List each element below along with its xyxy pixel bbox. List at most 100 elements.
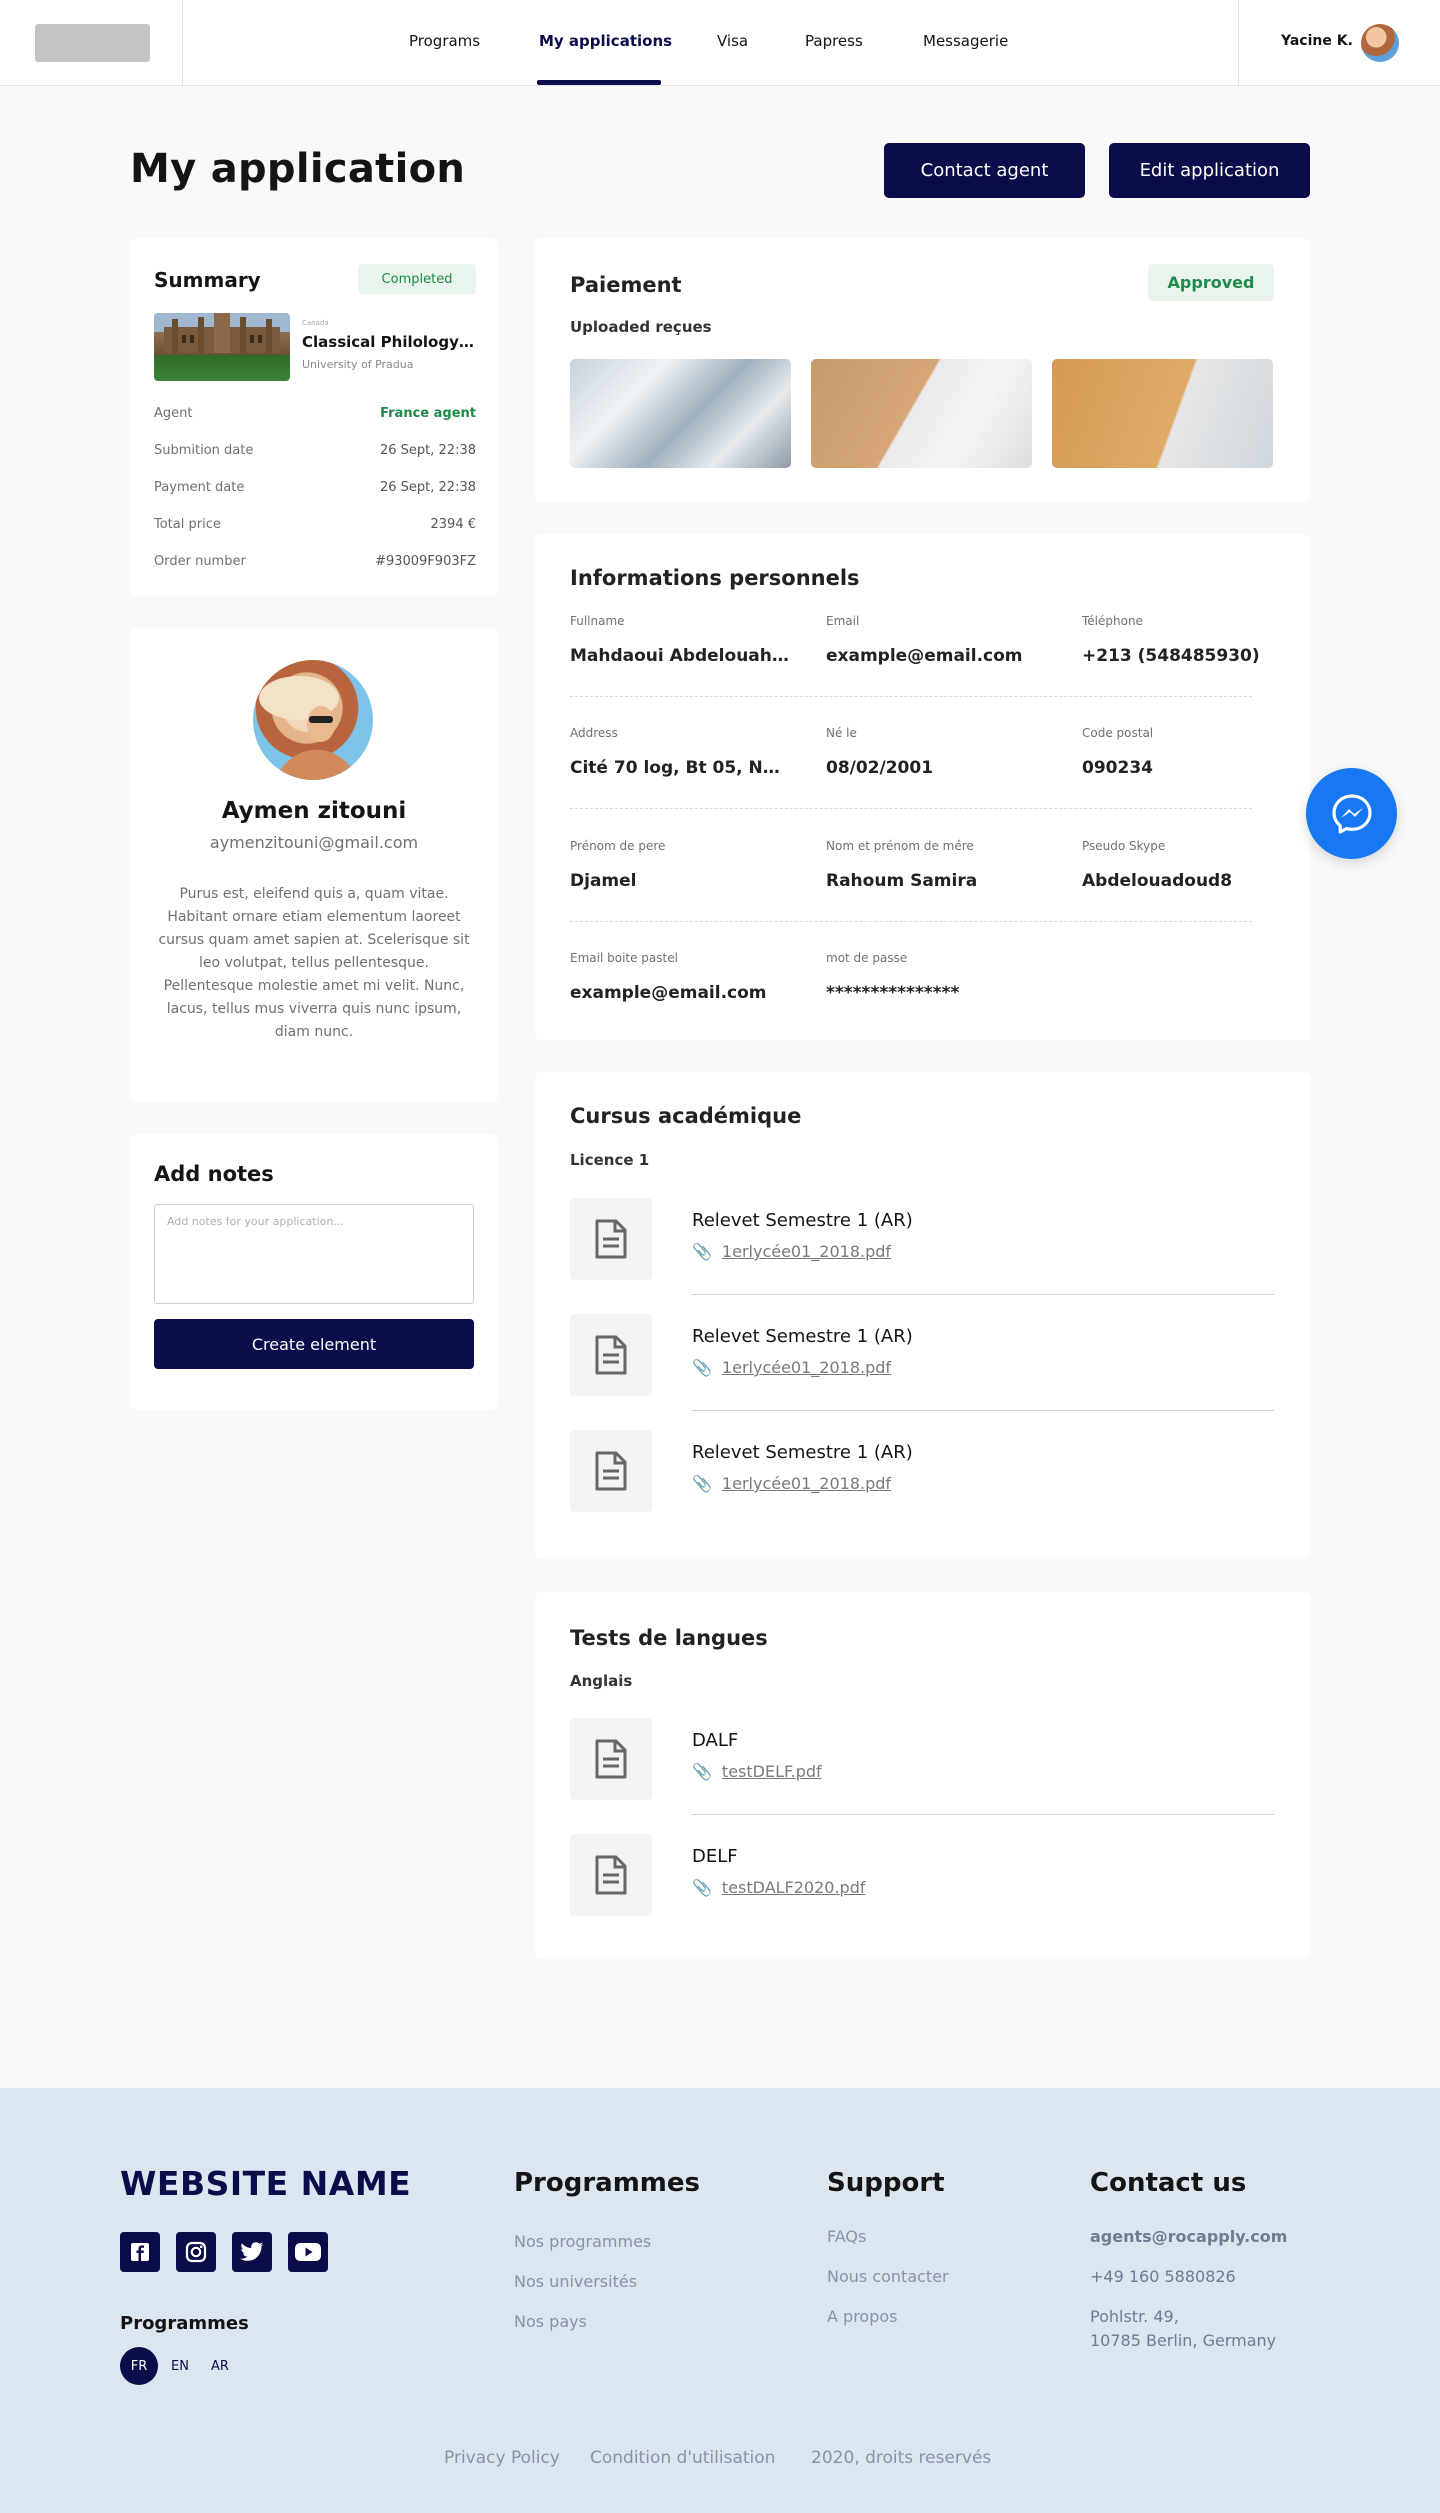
footer-privacy-policy[interactable]: Privacy Policy (444, 2448, 560, 2468)
lang-ar[interactable]: AR (201, 2347, 239, 2385)
nav-programs[interactable]: Programs (409, 32, 480, 50)
academic-card: Cursus académique Licence 1 Relevet Seme… (535, 1072, 1310, 1559)
footer-link-pays[interactable]: Nos pays (514, 2312, 587, 2331)
edit-application-button[interactable]: Edit application (1109, 143, 1310, 198)
field-label-postal-code: Code postal (1082, 726, 1154, 740)
summary-row-value: 2394 € (430, 517, 477, 532)
lang-fr[interactable]: FR (120, 2347, 158, 2385)
footer-contact-title: Contact us (1090, 2168, 1247, 2198)
receipt-image[interactable] (570, 359, 791, 468)
paperclip-icon: 📎 (692, 1762, 712, 1781)
file-name[interactable]: testDALF2020.pdf (722, 1878, 866, 1897)
receipt-image[interactable] (1052, 359, 1273, 468)
summary-row-label: Total price (154, 517, 221, 532)
file-name[interactable]: 1erlycée01_2018.pdf (722, 1358, 891, 1377)
document-icon (595, 1855, 627, 1895)
program-name[interactable]: Classical Philology Literature (302, 333, 478, 351)
instagram-button[interactable] (176, 2232, 216, 2272)
create-element-button[interactable]: Create element (154, 1319, 474, 1369)
document-icon (595, 1451, 627, 1491)
document-title: DALF (692, 1730, 739, 1751)
summary-row-payment-date: Payment date 26 Sept, 22:38 (154, 480, 476, 500)
document-thumb (570, 1198, 652, 1280)
field-value-password: *************** (826, 983, 960, 1003)
file-name[interactable]: 1erlycée01_2018.pdf (722, 1242, 891, 1261)
footer-contact-phone[interactable]: +49 160 5880826 (1090, 2267, 1236, 2286)
document-file-link[interactable]: 📎 1erlycée01_2018.pdf (692, 1358, 891, 1377)
footer-terms[interactable]: Condition d'utilisation (590, 2448, 775, 2468)
main-nav: Programs My applications Visa Papress Me… (0, 0, 1440, 86)
youtube-button[interactable] (288, 2232, 328, 2272)
footer-link-faqs[interactable]: FAQs (827, 2227, 866, 2246)
file-name[interactable]: 1erlycée01_2018.pdf (722, 1474, 891, 1493)
receipt-image[interactable] (811, 359, 1032, 468)
user-avatar[interactable] (1361, 24, 1399, 62)
paperclip-icon: 📎 (692, 1474, 712, 1493)
field-value-mother-name: Rahoum Samira (826, 871, 978, 891)
profile-avatar (253, 660, 373, 780)
facebook-button[interactable] (120, 2232, 160, 2272)
document-thumb (570, 1718, 652, 1800)
summary-row-label: Order number (154, 554, 246, 569)
twitter-button[interactable] (232, 2232, 272, 2272)
file-name[interactable]: testDELF.pdf (722, 1762, 822, 1781)
footer-support-title: Support (827, 2168, 945, 2198)
footer-contact-email[interactable]: agents@rocapply.com (1090, 2227, 1287, 2246)
document-file-link[interactable]: 📎 1erlycée01_2018.pdf (692, 1242, 891, 1261)
twitter-icon (240, 2242, 263, 2261)
summary-row-value: 26 Sept, 22:38 (379, 480, 476, 495)
academic-subtitle: Licence 1 (570, 1151, 650, 1169)
paperclip-icon: 📎 (692, 1242, 712, 1261)
footer-contact-address-line1: Pohlstr. 49, (1090, 2307, 1179, 2326)
footer-link-programmes[interactable]: Nos programmes (514, 2232, 651, 2251)
footer-link-about[interactable]: A propos (827, 2307, 897, 2326)
payment-status-badge: Approved (1148, 264, 1274, 301)
notes-input[interactable] (154, 1204, 474, 1304)
nav-visa[interactable]: Visa (717, 32, 748, 50)
field-label-email: Email (826, 614, 860, 628)
divider (570, 696, 1252, 697)
profile-name: Aymen zitouni (221, 798, 407, 824)
field-label-birthdate: Né le (826, 726, 857, 740)
messenger-chat-button[interactable] (1306, 768, 1397, 859)
field-value-address: Cité 70 log, Bt 05, N12 Blida (570, 758, 790, 778)
summary-row-submition-date: Submition date 26 Sept, 22:38 (154, 443, 476, 463)
field-value-father-name: Djamel (570, 871, 637, 891)
language-tests-card: Tests de langues Anglais DALF 📎 testDELF.… (535, 1592, 1310, 1959)
summary-row-order-number: Order number #93009F903FZ (154, 554, 476, 574)
summary-row-value: 26 Sept, 22:38 (379, 443, 476, 458)
field-label-postal-email: Email boite pastel (570, 951, 678, 965)
field-label-father-name: Prénom de pere (570, 839, 666, 853)
footer-brand[interactable]: WEBSITE NAME (120, 2164, 411, 2203)
notes-title: Add notes (154, 1162, 274, 1186)
footer-link-contact[interactable]: Nous contacter (827, 2267, 949, 2286)
field-label-telephone: Téléphone (1082, 614, 1143, 628)
document-file-link[interactable]: 📎 1erlycée01_2018.pdf (692, 1474, 891, 1493)
nav-messagerie[interactable]: Messagerie (923, 32, 1008, 50)
document-file-link[interactable]: 📎 testDALF2020.pdf (692, 1878, 866, 1897)
summary-row-total-price: Total price 2394 € (154, 517, 476, 537)
user-menu[interactable]: Yacine K. (1238, 0, 1440, 86)
field-value-postal-code: 090234 (1082, 758, 1153, 778)
payment-card: Paiement Approved Uploaded reçues (535, 238, 1310, 502)
summary-card: Summary Completed Canada Classical Philo… (130, 238, 498, 596)
document-title: DELF (692, 1846, 738, 1867)
field-value-birthdate: 08/02/2001 (826, 758, 934, 778)
nav-my-applications[interactable]: My applications (539, 32, 672, 50)
document-file-link[interactable]: 📎 testDELF.pdf (692, 1762, 822, 1781)
youtube-icon (295, 2243, 321, 2261)
nav-papress[interactable]: Papress (805, 32, 863, 50)
university-thumbnail (154, 313, 290, 381)
agent-link[interactable]: France agent (380, 406, 476, 421)
summary-row-label: Agent (154, 406, 193, 421)
footer-link-universites[interactable]: Nos universités (514, 2272, 637, 2291)
lang-en[interactable]: EN (161, 2347, 199, 2385)
document-icon (595, 1739, 627, 1779)
field-label-password: mot de passe (826, 951, 908, 965)
summary-title: Summary (154, 268, 261, 292)
facebook-icon (131, 2243, 149, 2261)
document-thumb (570, 1430, 652, 1512)
contact-agent-button[interactable]: Contact agent (884, 143, 1085, 198)
payment-title: Paiement (570, 273, 682, 297)
footer-programmes-title: Programmes (514, 2168, 701, 2198)
